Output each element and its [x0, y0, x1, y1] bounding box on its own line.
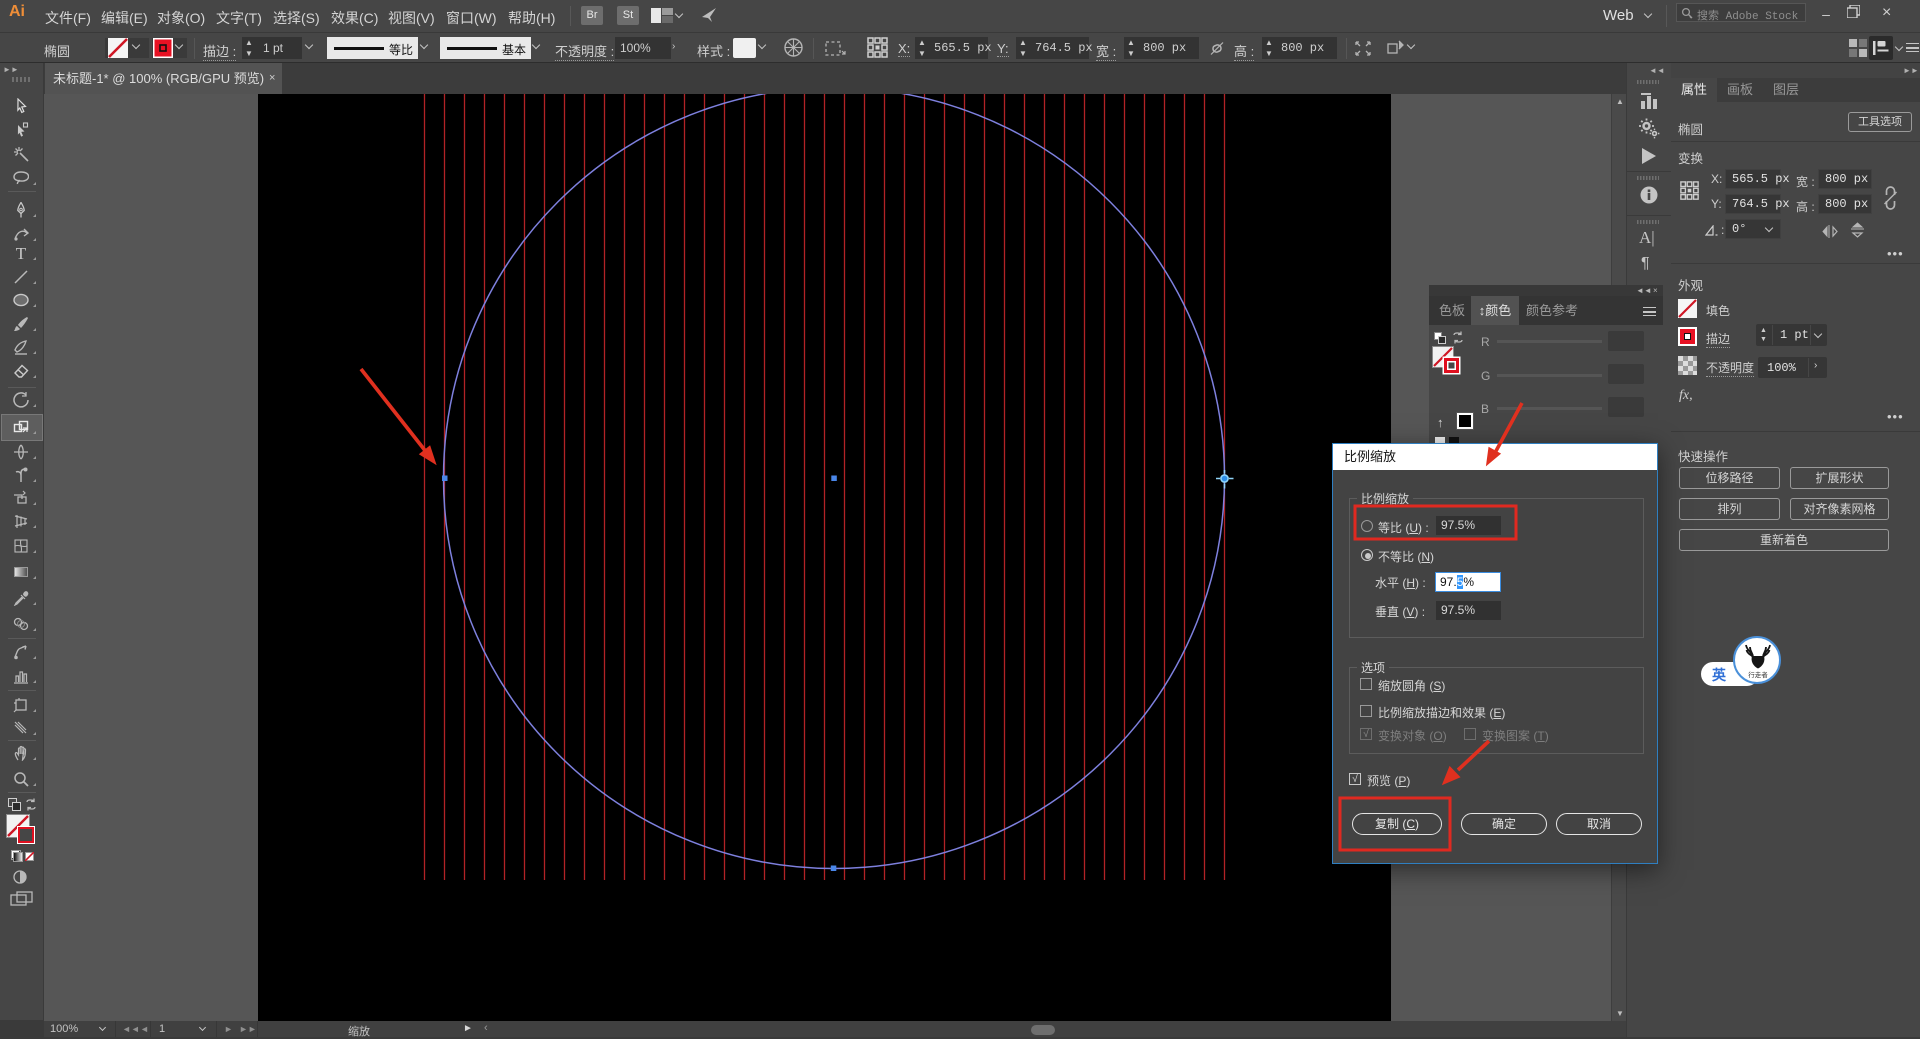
svg-text:行走者: 行走者 [1748, 670, 1768, 679]
svg-text:T: T [16, 245, 27, 261]
